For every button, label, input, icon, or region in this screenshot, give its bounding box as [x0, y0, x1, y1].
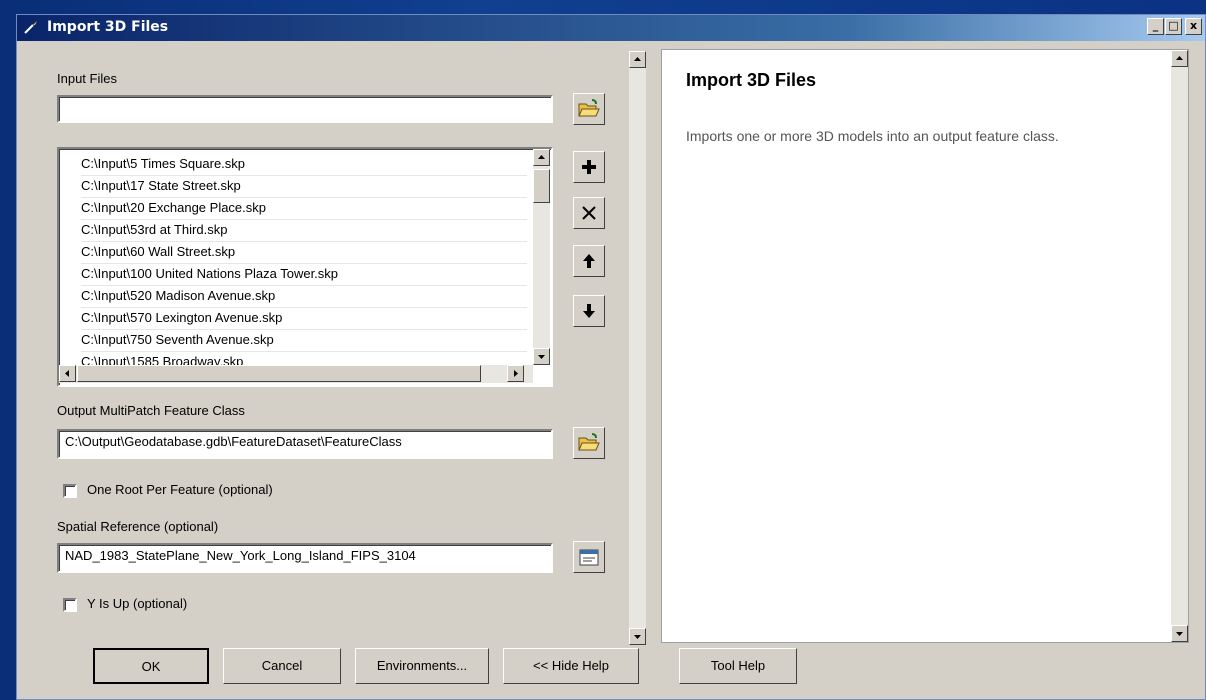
folder-open-icon [578, 99, 600, 117]
spatial-reference-label: Spatial Reference (optional) [57, 519, 219, 534]
tool-icon [24, 21, 37, 34]
help-scroll-down-button[interactable] [1171, 625, 1188, 642]
tool-help-button[interactable]: Tool Help [679, 648, 797, 684]
help-title: Import 3D Files [686, 70, 817, 90]
chevron-right-icon [514, 370, 518, 377]
ok-button[interactable]: OK [93, 648, 209, 684]
list-scroll-hthumb[interactable] [77, 365, 481, 382]
chevron-left-icon [65, 370, 69, 377]
close-button[interactable]: x [1185, 18, 1202, 35]
move-down-button[interactable] [573, 295, 605, 327]
remove-file-button[interactable] [573, 197, 605, 229]
list-item[interactable]: C:\Input\53rd at Third.skp [81, 219, 527, 242]
cancel-button[interactable]: Cancel [223, 648, 341, 684]
title-bar: Import 3D Files _ □ x [17, 15, 1205, 41]
list-item[interactable]: C:\Input\17 State Street.skp [81, 175, 527, 198]
output-label: Output MultiPatch Feature Class [57, 403, 245, 418]
chevron-down-icon [1176, 632, 1183, 636]
chevron-down-icon [538, 355, 545, 359]
window-title: Import 3D Files [47, 19, 169, 35]
input-files-label: Input Files [57, 71, 117, 86]
help-description: Imports one or more 3D models into an ou… [686, 128, 1059, 144]
output-browse-button[interactable] [573, 427, 605, 459]
list-vertical-scrollbar[interactable] [533, 149, 550, 365]
one-root-checkbox[interactable] [63, 484, 77, 498]
list-scroll-left-button[interactable] [59, 365, 76, 382]
parameters-scroll-down-button[interactable] [629, 628, 646, 645]
arrow-up-icon [583, 254, 595, 268]
y-is-up-label: Y Is Up (optional) [87, 596, 188, 611]
spatial-reference-properties-button[interactable] [573, 541, 605, 573]
add-file-button[interactable] [573, 151, 605, 183]
spatial-reference-properties-icon [579, 549, 599, 566]
list-scroll-up-button[interactable] [533, 149, 550, 166]
folder-open-icon [578, 433, 600, 451]
input-files-browse-button[interactable] [573, 93, 605, 125]
list-item[interactable]: C:\Input\5 Times Square.skp [81, 153, 527, 176]
help-scroll-up-button[interactable] [1171, 50, 1188, 67]
chevron-down-icon [634, 635, 641, 639]
list-item[interactable]: C:\Input\520 Madison Avenue.skp [81, 285, 527, 308]
list-item[interactable]: C:\Input\570 Lexington Avenue.skp [81, 307, 527, 330]
list-item[interactable]: C:\Input\60 Wall Street.skp [81, 241, 527, 264]
input-files-list[interactable]: C:\Input\5 Times Square.skp C:\Input\17 … [57, 147, 553, 387]
parameters-scroll-up-button[interactable] [629, 51, 646, 68]
list-scroll-right-button[interactable] [507, 365, 524, 382]
chevron-up-icon [634, 57, 641, 61]
minimize-button[interactable]: _ [1147, 18, 1164, 35]
arrow-down-icon [583, 304, 595, 318]
x-icon [582, 206, 596, 220]
environments-button[interactable]: Environments... [355, 648, 489, 684]
chevron-up-icon [538, 155, 545, 159]
spatial-reference-field[interactable]: NAD_1983_StatePlane_New_York_Long_Island… [57, 543, 553, 573]
one-root-label: One Root Per Feature (optional) [87, 482, 273, 497]
help-pane: Import 3D Files Imports one or more 3D m… [661, 49, 1189, 643]
import-3d-files-dialog: Import 3D Files _ □ x Input Files C:\Inp… [16, 14, 1206, 700]
maximize-button[interactable]: □ [1165, 18, 1182, 35]
list-item[interactable]: C:\Input\100 United Nations Plaza Tower.… [81, 263, 527, 286]
list-item[interactable]: C:\Input\20 Exchange Place.skp [81, 197, 527, 220]
hide-help-button[interactable]: << Hide Help [503, 648, 639, 684]
list-scroll-down-button[interactable] [533, 348, 550, 365]
output-feature-class-field[interactable]: C:\Output\Geodatabase.gdb\FeatureDataset… [57, 429, 553, 459]
help-scrollbar[interactable] [1171, 50, 1188, 642]
y-is-up-checkbox[interactable] [63, 598, 77, 612]
list-horizontal-scrollbar[interactable] [59, 365, 533, 383]
move-up-button[interactable] [573, 245, 605, 277]
parameters-scrollbar[interactable] [629, 51, 646, 645]
list-scroll-thumb[interactable] [533, 169, 550, 203]
input-files-field[interactable] [57, 95, 553, 123]
list-item[interactable]: C:\Input\750 Seventh Avenue.skp [81, 329, 527, 352]
plus-icon [582, 160, 596, 174]
chevron-up-icon [1176, 56, 1183, 60]
